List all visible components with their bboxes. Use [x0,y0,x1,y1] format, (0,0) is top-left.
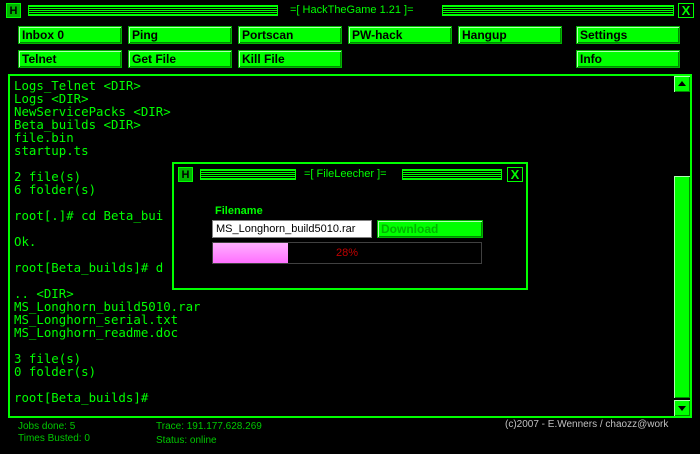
settings-button[interactable]: Settings [576,26,680,44]
kill-file-button[interactable]: Kill File [238,50,342,68]
scroll-down-icon[interactable] [674,400,690,416]
title-bar[interactable]: H =[ HackTheGame 1.21 ]= X [2,2,698,19]
progress-percent: 28% [335,247,359,259]
filename-label: Filename [215,205,263,217]
close-icon[interactable]: X [678,3,694,18]
telnet-button[interactable]: Telnet [18,50,122,68]
scroll-thumb[interactable] [674,176,690,398]
vertical-scrollbar[interactable] [674,76,690,416]
download-progress-bar: 28% [212,242,482,264]
portscan-button[interactable]: Portscan [238,26,342,44]
jobs-done: Jobs done: 5 [18,421,76,432]
file-leecher-dialog[interactable]: H =[ FileLeecher ]= X Filename MS_Longho… [172,162,528,290]
download-button[interactable]: Download [377,220,483,238]
ping-button[interactable]: Ping [128,26,232,44]
dialog-close-icon[interactable]: X [507,167,523,182]
trace-readout: Trace: 191.177.628.269 [156,421,262,432]
times-busted: Times Busted: 0 [18,433,90,444]
dialog-title: =[ FileLeecher ]= [304,168,387,180]
window-title: =[ HackTheGame 1.21 ]= [290,4,414,16]
get-file-button[interactable]: Get File [128,50,232,68]
dialog-app-icon[interactable]: H [178,167,193,182]
filename-input[interactable]: MS_Longhorn_build5010.rar [212,220,372,238]
copyright-text: (c)2007 - E.Wenners / chaozz@work [505,419,669,430]
title-bar-stripe [442,5,674,16]
dialog-title-stripe [402,169,502,180]
connection-status: Status: online [156,435,217,446]
scroll-up-icon[interactable] [674,76,690,92]
dialog-title-stripe [200,169,296,180]
info-button[interactable]: Info [576,50,680,68]
pw-hack-button[interactable]: PW-hack [348,26,452,44]
title-bar-stripe [28,5,278,16]
inbox-button[interactable]: Inbox 0 [18,26,122,44]
app-icon[interactable]: H [6,3,21,18]
hangup-button[interactable]: Hangup [458,26,562,44]
